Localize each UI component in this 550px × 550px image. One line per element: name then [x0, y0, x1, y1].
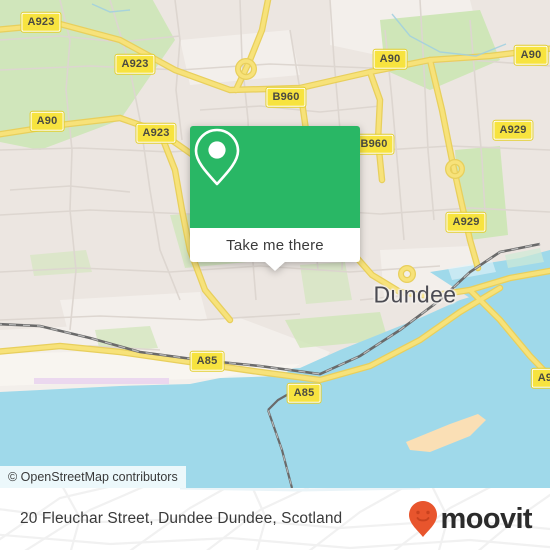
map-screenshot: A923 A923 A923 A90 A90 A90 B960 B960 A929 A929 A85…	[0, 0, 550, 550]
map-pin-icon	[194, 128, 240, 186]
popup-tail	[264, 261, 286, 271]
moovit-pin-icon	[408, 501, 437, 537]
road-shield-a923-1: A923	[114, 53, 156, 75]
road-shield-b960-6: B960	[265, 86, 307, 108]
city-label-dundee: Dundee	[373, 281, 457, 308]
take-me-there-button[interactable]: Take me there	[190, 228, 360, 271]
road-shield-a90-3: A90	[29, 110, 65, 132]
location-popup-card[interactable]: Take me there	[190, 126, 360, 271]
moovit-logo[interactable]: moovit	[408, 500, 533, 538]
osm-attribution[interactable]: © OpenStreetMap contributors	[0, 466, 186, 488]
road-shield-a85-11: A85	[286, 382, 322, 404]
road-shield-a90-5: A90	[513, 44, 549, 66]
road-shield-a9-12: A9	[530, 367, 550, 389]
road-shield-a923-0: A923	[20, 11, 62, 33]
road-shield-a923-2: A923	[135, 122, 177, 144]
road-shield-a929-8: A929	[492, 119, 534, 141]
moovit-wordmark: moovit	[440, 502, 533, 535]
take-me-there-label: Take me there	[226, 236, 324, 254]
road-shield-a90-4: A90	[372, 48, 408, 70]
footer-bar: 20 Fleuchar Street, Dundee Dundee, Scotl…	[0, 488, 550, 550]
map-canvas[interactable]: A923 A923 A923 A90 A90 A90 B960 B960 A929 A929 A85…	[0, 0, 550, 488]
road-shield-a929-9: A929	[445, 211, 487, 233]
popup-icon-area	[190, 126, 360, 228]
airport-runway	[34, 378, 169, 384]
road-shield-a85-10: A85	[189, 350, 225, 372]
address-label: 20 Fleuchar Street, Dundee Dundee, Scotl…	[20, 510, 343, 527]
road-shield-b960-7: B960	[353, 133, 395, 155]
